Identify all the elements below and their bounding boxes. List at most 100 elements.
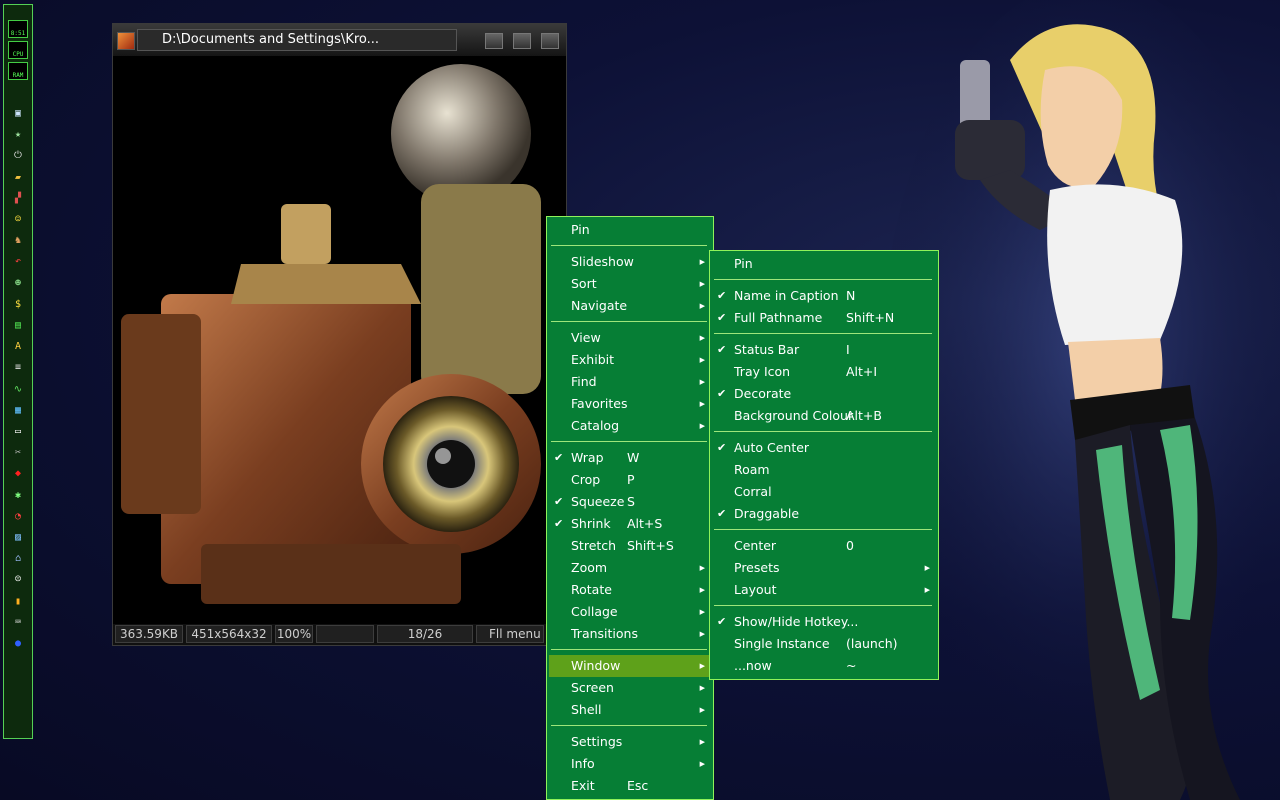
globe-icon[interactable]: ● bbox=[10, 636, 26, 651]
menu-item-shell[interactable]: Shell ▶ bbox=[549, 699, 711, 721]
menu-item-stretch[interactable]: Stretch Shift+S bbox=[549, 535, 711, 557]
font-icon[interactable]: A bbox=[10, 339, 26, 354]
bug-icon[interactable]: ✱ bbox=[10, 488, 26, 503]
display-icon[interactable]: ▣ bbox=[10, 106, 26, 121]
start-icon[interactable]: ★ bbox=[10, 127, 26, 142]
menu-item-label: Shrink bbox=[571, 516, 611, 531]
menu-item-screen[interactable]: Screen ▶ bbox=[549, 677, 711, 699]
window-submenu[interactable]: Pin ✔ Name in Caption N ✔ Full Pathname Shift+… bbox=[709, 250, 939, 680]
window-menu-item-decorate[interactable]: ✔ Decorate bbox=[712, 383, 936, 405]
power-icon[interactable]: ⏻ bbox=[10, 148, 26, 163]
menu-item-label: Wrap bbox=[571, 450, 604, 465]
status-position: 18/26 bbox=[377, 625, 473, 643]
status-zoom: 100% bbox=[275, 625, 313, 643]
menu-item-pin[interactable]: Pin bbox=[549, 219, 711, 241]
menu-item-label: Sort bbox=[571, 276, 597, 291]
clock-text: 8:51 bbox=[10, 30, 26, 37]
menu-item-wrap[interactable]: ✔ Wrap W bbox=[549, 447, 711, 469]
window-menu-item-status-bar[interactable]: ✔ Status Bar I bbox=[712, 339, 936, 361]
menu-item-view[interactable]: View ▶ bbox=[549, 327, 711, 349]
window-menu-item-now[interactable]: ...now ~ bbox=[712, 655, 936, 677]
face-icon[interactable]: ☹ bbox=[10, 572, 26, 587]
window-menu-item-tray-icon[interactable]: Tray Icon Alt+I bbox=[712, 361, 936, 383]
menu-item-slideshow[interactable]: Slideshow ▶ bbox=[549, 251, 711, 273]
network-icon[interactable]: ⌂ bbox=[10, 551, 26, 566]
wave-icon[interactable]: ∿ bbox=[10, 382, 26, 397]
menu-item-crop[interactable]: Crop P bbox=[549, 469, 711, 491]
dollar-icon[interactable]: $ bbox=[10, 297, 26, 312]
window-menu-separator bbox=[714, 333, 932, 334]
window-menu-item-single-instance[interactable]: Single Instance (launch) bbox=[712, 633, 936, 655]
menu-item-sort[interactable]: Sort ▶ bbox=[549, 273, 711, 295]
menu-item-collage[interactable]: Collage ▶ bbox=[549, 601, 711, 623]
menu-item-info[interactable]: Info ▶ bbox=[549, 753, 711, 775]
window-menu-item-background-colour[interactable]: Background Colour Alt+B bbox=[712, 405, 936, 427]
diamond-icon[interactable]: ◆ bbox=[10, 466, 26, 481]
window-menu-item-corral[interactable]: Corral bbox=[712, 481, 936, 503]
folder-icon[interactable]: ▰ bbox=[10, 170, 26, 185]
menu-item-find[interactable]: Find ▶ bbox=[549, 371, 711, 393]
menu-item-label: Info bbox=[571, 756, 595, 771]
film-icon[interactable]: ▤ bbox=[10, 318, 26, 333]
menu-separator bbox=[551, 245, 707, 246]
window-menu-item-layout[interactable]: Layout ▶ bbox=[712, 579, 936, 601]
binary-icon[interactable]: ≡ bbox=[10, 360, 26, 375]
flag-icon[interactable]: ▞ bbox=[10, 191, 26, 206]
window-menu-item-draggable[interactable]: ✔ Draggable bbox=[712, 503, 936, 525]
menu-item-rotate[interactable]: Rotate ▶ bbox=[549, 579, 711, 601]
ram-meter: RAM bbox=[8, 62, 28, 80]
window-menu-item-hotkey: (launch) bbox=[846, 636, 898, 651]
window-menu-item-pin[interactable]: Pin bbox=[712, 253, 936, 275]
window-icon[interactable]: ▭ bbox=[10, 424, 26, 439]
submenu-arrow-icon: ▶ bbox=[699, 334, 705, 342]
menu-item-squeeze[interactable]: ✔ Squeeze S bbox=[549, 491, 711, 513]
smiley-icon[interactable]: ☺ bbox=[10, 212, 26, 227]
menu-item-label: Collage bbox=[571, 604, 618, 619]
menu-item-hotkey: Alt+S bbox=[627, 516, 663, 531]
menu-item-window[interactable]: Window ▶ bbox=[549, 655, 711, 677]
status-menu-button[interactable]: Fll menu bbox=[476, 625, 544, 643]
window-menu-separator bbox=[714, 279, 932, 280]
bar-chart-icon[interactable]: ▮ bbox=[10, 594, 26, 609]
chart-icon[interactable]: ▦ bbox=[10, 403, 26, 418]
radar-icon[interactable]: ◔ bbox=[10, 509, 26, 524]
menu-item-catalog[interactable]: Catalog ▶ bbox=[549, 415, 711, 437]
tools-icon[interactable]: ✂ bbox=[10, 445, 26, 460]
window-menu-item-full-pathname[interactable]: ✔ Full Pathname Shift+N bbox=[712, 307, 936, 329]
viewer-titlebar[interactable]: D:\Documents and Settings\Kro... bbox=[113, 24, 566, 56]
submenu-arrow-icon: ▶ bbox=[924, 586, 930, 594]
window-menu-item-name-in-caption[interactable]: ✔ Name in Caption N bbox=[712, 285, 936, 307]
menu-item-shrink[interactable]: ✔ Shrink Alt+S bbox=[549, 513, 711, 535]
status-file-size: 363.59KB bbox=[115, 625, 183, 643]
menu-item-transitions[interactable]: Transitions ▶ bbox=[549, 623, 711, 645]
submenu-arrow-icon: ▶ bbox=[699, 738, 705, 746]
minimize-button[interactable] bbox=[485, 33, 503, 49]
undo-icon[interactable]: ↶ bbox=[10, 254, 26, 269]
app-icon[interactable] bbox=[117, 32, 135, 50]
window-menu-item-auto-center[interactable]: ✔ Auto Center bbox=[712, 437, 936, 459]
left-dock-bar: 8:51 CPU RAM ▣ ★ ⏻ ▰ ▞ ☺ ♞ ↶ ☻ $ ▤ A ≡ ∿ ▦ ▭ ✂ ◆ ✱ ◔ ▨ ⌂ ☹ ▮ ⌨ ● bbox=[3, 4, 33, 739]
menu-item-zoom[interactable]: Zoom ▶ bbox=[549, 557, 711, 579]
close-button[interactable] bbox=[541, 33, 559, 49]
window-menu-item-label: Decorate bbox=[734, 386, 792, 401]
window-menu-item-label: Corral bbox=[734, 484, 772, 499]
submenu-arrow-icon: ▶ bbox=[699, 280, 705, 288]
window-menu-item-roam[interactable]: Roam bbox=[712, 459, 936, 481]
menu-item-navigate[interactable]: Navigate ▶ bbox=[549, 295, 711, 317]
alien-icon[interactable]: ☻ bbox=[10, 276, 26, 291]
menu-item-exit[interactable]: Exit Esc bbox=[549, 775, 711, 797]
menu-item-settings[interactable]: Settings ▶ bbox=[549, 731, 711, 753]
check-icon: ✔ bbox=[717, 343, 727, 356]
menu-item-label: Zoom bbox=[571, 560, 608, 575]
menu-item-exhibit[interactable]: Exhibit ▶ bbox=[549, 349, 711, 371]
window-menu-item-center[interactable]: Center 0 bbox=[712, 535, 936, 557]
map-icon[interactable]: ▨ bbox=[10, 530, 26, 545]
image-viewer-window[interactable]: D:\Documents and Settings\Kro... 363.59K… bbox=[112, 23, 567, 646]
context-menu[interactable]: Pin Slideshow ▶ Sort ▶ Navigate ▶ View ▶ Exhibit ▶… bbox=[546, 216, 714, 800]
search-person-icon[interactable]: ♞ bbox=[10, 233, 26, 248]
window-menu-item-presets[interactable]: Presets ▶ bbox=[712, 557, 936, 579]
window-menu-item-show-hide-hotkey[interactable]: ✔ Show/Hide Hotkey... bbox=[712, 611, 936, 633]
maximize-button[interactable] bbox=[513, 33, 531, 49]
menu-item-favorites[interactable]: Favorites ▶ bbox=[549, 393, 711, 415]
keyboard-icon[interactable]: ⌨ bbox=[10, 615, 26, 630]
